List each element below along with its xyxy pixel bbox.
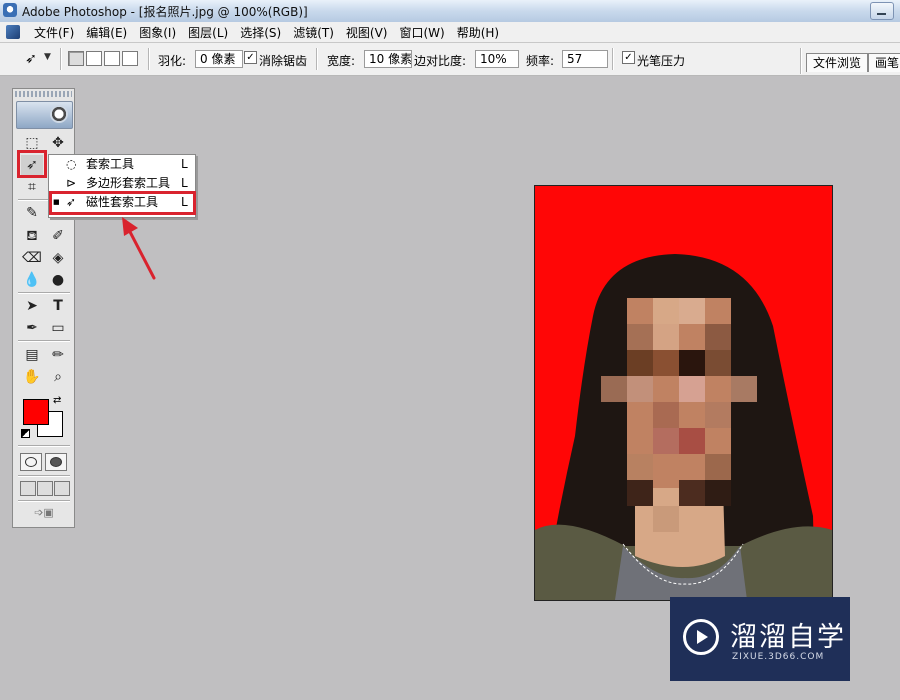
move-icon[interactable]: ✥: [47, 133, 69, 153]
separator: [148, 48, 150, 70]
intersect-selection-button[interactable]: [122, 51, 138, 66]
fullscreen-menu-button[interactable]: [37, 481, 53, 496]
stylus-pressure-label: 光笔压力: [637, 54, 686, 68]
separator: [800, 48, 802, 74]
menu-image[interactable]: 图象(I): [133, 24, 182, 41]
adobe-online-button[interactable]: [16, 101, 73, 129]
minimize-button[interactable]: [870, 2, 894, 20]
watermark: 溜溜自学 ZIXUE.3D66.COM: [670, 597, 850, 681]
crop-icon[interactable]: ⌗: [21, 177, 43, 197]
divider: [18, 292, 70, 294]
divider: [18, 475, 70, 477]
divider: [18, 445, 70, 447]
path-selection-icon[interactable]: ➤: [21, 296, 43, 316]
menu-file[interactable]: 文件(F): [28, 24, 80, 41]
stylus-pressure-checkbox[interactable]: ✓: [622, 51, 635, 64]
menu-filter[interactable]: 滤镜(T): [287, 24, 340, 41]
document-canvas[interactable]: [534, 185, 833, 601]
menu-edit[interactable]: 编辑(E): [80, 24, 133, 41]
width-label: 宽度:: [327, 54, 356, 68]
fullscreen-button[interactable]: [54, 481, 70, 496]
tab-brushes[interactable]: 画笔: [868, 53, 900, 72]
title-bar: Adobe Photoshop - [报名照片.jpg @ 100%(RGB)]: [0, 0, 900, 23]
flyout-item-lasso[interactable]: ◌ 套索工具 L: [49, 155, 195, 174]
eraser-icon[interactable]: ⌫: [21, 248, 43, 268]
lasso-tool-highlight: [17, 150, 47, 178]
options-bar: ➶ ▼ 羽化: 0 像素 ✓ 消除锯齿 宽度: 10 像素 边对比度: 10% …: [0, 43, 900, 76]
menu-select[interactable]: 选择(S): [234, 24, 287, 41]
standard-mode-button[interactable]: [20, 453, 42, 471]
healing-brush-icon[interactable]: ✎: [21, 203, 43, 223]
menu-help[interactable]: 帮助(H): [451, 24, 505, 41]
standard-screen-button[interactable]: [20, 481, 36, 496]
menu-view[interactable]: 视图(V): [340, 24, 394, 41]
separator: [60, 48, 62, 70]
history-brush-icon[interactable]: ✐: [47, 226, 69, 246]
feather-input[interactable]: 0 像素: [195, 50, 243, 68]
feather-label: 羽化:: [158, 54, 187, 68]
divider: [18, 500, 70, 502]
paint-bucket-icon[interactable]: ◈: [47, 248, 69, 268]
swap-colors-icon[interactable]: ⇄: [53, 395, 61, 406]
watermark-url: ZIXUE.3D66.COM: [732, 652, 825, 662]
default-colors-icon[interactable]: [21, 429, 30, 438]
subtract-selection-button[interactable]: [104, 51, 120, 66]
antialias-label: 消除锯齿: [259, 54, 308, 68]
blur-icon[interactable]: 💧: [21, 270, 43, 290]
pen-icon[interactable]: ✒: [21, 318, 43, 338]
separator: [612, 48, 614, 70]
portrait-photo: [535, 186, 832, 600]
eyedropper-icon[interactable]: ✏: [47, 345, 69, 365]
chevron-down-icon[interactable]: ▼: [44, 52, 51, 62]
type-icon[interactable]: T: [47, 296, 69, 316]
quick-mask-button[interactable]: [45, 453, 67, 471]
dodge-icon[interactable]: ●: [47, 270, 69, 290]
shortcut-key: L: [181, 157, 188, 171]
watermark-brand: 溜溜自学: [730, 622, 846, 653]
hand-icon[interactable]: ✋: [21, 367, 43, 387]
menu-window[interactable]: 窗口(W): [393, 24, 450, 41]
add-selection-button[interactable]: [86, 51, 102, 66]
menu-bar: 文件(F) 编辑(E) 图象(I) 图层(L) 选择(S) 滤镜(T) 视图(V…: [0, 22, 900, 43]
rectangle-shape-icon[interactable]: ▭: [47, 318, 69, 338]
edge-contrast-label: 边对比度:: [414, 54, 467, 68]
magnetic-lasso-icon[interactable]: ➶: [20, 50, 42, 68]
frequency-input[interactable]: 57: [562, 50, 608, 68]
tab-file-browser[interactable]: 文件浏览: [806, 53, 869, 72]
new-selection-button[interactable]: [68, 51, 84, 66]
antialias-checkbox[interactable]: ✓: [244, 51, 257, 64]
annotation-arrow-icon: [122, 217, 156, 280]
clone-stamp-icon[interactable]: ⛾: [21, 226, 43, 246]
notes-icon[interactable]: ▤: [21, 345, 43, 365]
quick-mask-icon: [50, 457, 62, 467]
window-title: Adobe Photoshop - [报名照片.jpg @ 100%(RGB)]: [22, 5, 308, 19]
document-icon[interactable]: [6, 25, 20, 39]
jump-to-imageready-icon[interactable]: ➩▣: [23, 506, 65, 522]
photoshop-app-icon: [3, 3, 17, 17]
zoom-icon[interactable]: ⌕: [47, 367, 69, 387]
separator: [316, 48, 318, 70]
frequency-label: 频率:: [526, 54, 555, 68]
lasso-icon: ◌: [66, 157, 77, 171]
play-logo-icon: [683, 619, 719, 655]
foreground-color-swatch[interactable]: [23, 399, 49, 425]
flyout-item-label: 套索工具: [86, 157, 135, 171]
menu-layer[interactable]: 图层(L): [182, 24, 234, 41]
standard-mode-icon: [25, 457, 37, 467]
edge-contrast-input[interactable]: 10%: [475, 50, 519, 68]
toolbox-grip[interactable]: [15, 91, 72, 97]
magnetic-lasso-highlight: [49, 191, 196, 215]
width-input[interactable]: 10 像素: [364, 50, 412, 68]
divider: [18, 340, 70, 342]
